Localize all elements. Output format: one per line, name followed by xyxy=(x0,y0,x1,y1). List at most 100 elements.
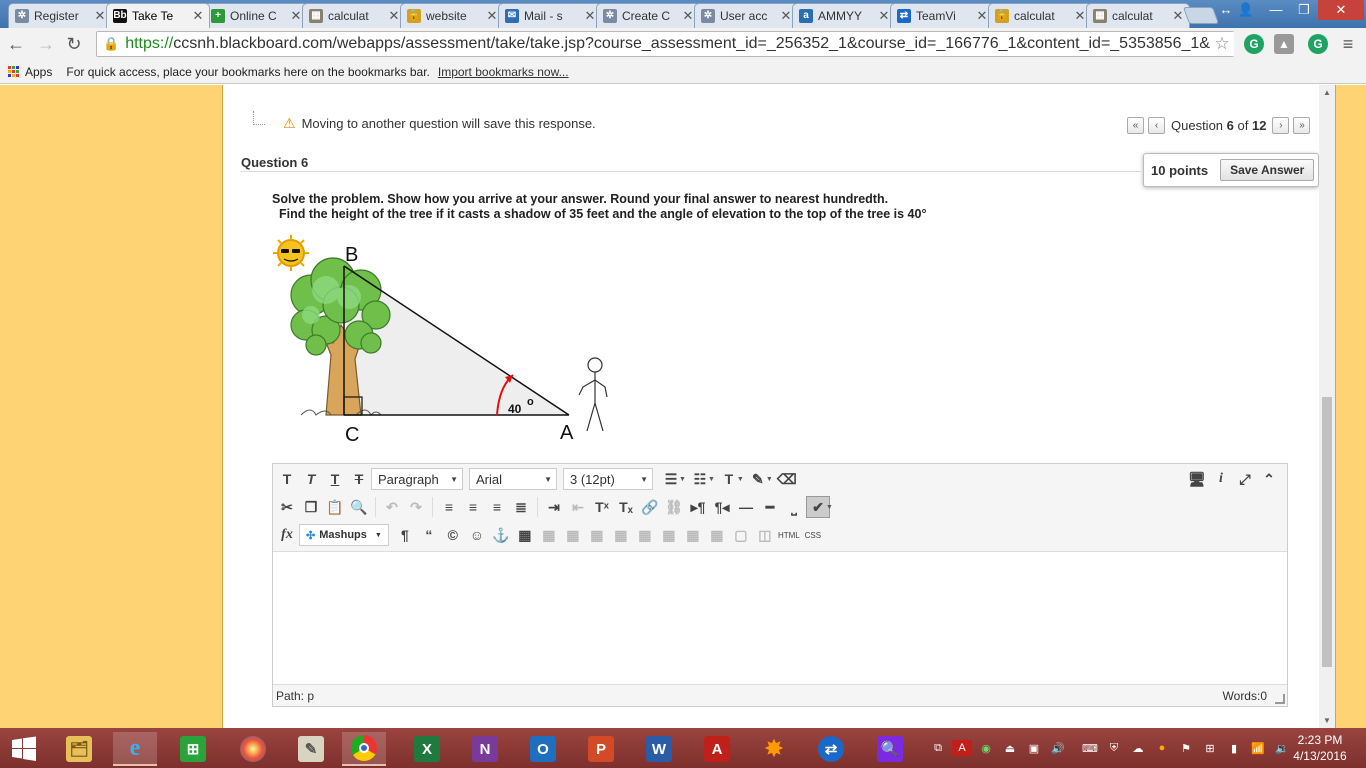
vlc-icon[interactable]: ✸ xyxy=(752,732,796,766)
answer-text-area[interactable] xyxy=(273,553,1287,685)
superscript-icon[interactable]: Tˣ xyxy=(590,496,614,518)
table-row-after-icon[interactable]: ▦ xyxy=(561,524,585,546)
cloud-tray-icon[interactable]: ☁ xyxy=(1128,740,1148,756)
preview-icon[interactable]: 🖥 xyxy=(1185,468,1209,490)
outdent-icon[interactable]: ⇤ xyxy=(566,496,590,518)
scroll-up-icon[interactable]: ▲ xyxy=(1319,88,1335,97)
justify-icon[interactable]: ≣ xyxy=(509,496,533,518)
apps-link[interactable]: Apps xyxy=(25,65,52,79)
outlook-icon[interactable]: O xyxy=(521,732,565,766)
close-tab-icon[interactable]: ✕ xyxy=(93,8,107,24)
table-row-props-icon[interactable]: ◫ xyxy=(753,524,777,546)
file-explorer-icon[interactable]: 🗂 xyxy=(57,732,101,766)
bold-text-button[interactable]: T xyxy=(275,468,299,490)
table-delete-row-icon[interactable]: ▦ xyxy=(585,524,609,546)
start-button[interactable] xyxy=(2,732,46,766)
wifi-tray-icon[interactable]: ▮ xyxy=(1224,740,1244,756)
paste-icon[interactable]: 📋 xyxy=(323,496,347,518)
browser-tab[interactable]: Bb Take Te ✕ xyxy=(106,3,210,28)
table-icon[interactable]: ▦ xyxy=(513,524,537,546)
math-formula-icon[interactable]: fx xyxy=(275,524,299,546)
browser-tab[interactable]: ✲ Register ✕ xyxy=(8,3,112,28)
scroll-down-icon[interactable]: ▼ xyxy=(1319,716,1335,725)
scroll-thumb[interactable] xyxy=(1322,397,1332,667)
table-split-icon[interactable]: ▦ xyxy=(681,524,705,546)
back-button[interactable]: ← xyxy=(4,32,28,56)
reload-button[interactable]: ↻ xyxy=(62,32,86,56)
nonbreaking-space-icon[interactable]: ⎵ xyxy=(782,496,806,518)
windows-tray-icon[interactable]: ⊞ xyxy=(1200,740,1220,756)
subscript-icon[interactable]: Tₓ xyxy=(614,496,638,518)
import-bookmarks-link[interactable]: Import bookmarks now... xyxy=(438,65,569,79)
taskbar-clock[interactable]: 2:23 PM 4/13/2016 xyxy=(1290,732,1350,764)
close-tab-icon[interactable]: ✕ xyxy=(485,8,499,24)
photo-app-icon[interactable] xyxy=(231,732,275,766)
collapse-toolbar-icon[interactable]: ⌃ xyxy=(1257,468,1281,490)
close-tab-icon[interactable]: ✕ xyxy=(387,8,401,24)
table-col-before-icon[interactable]: ▦ xyxy=(609,524,633,546)
browser-tab[interactable]: ✉ Mail - s ✕ xyxy=(498,3,602,28)
link-icon[interactable]: 🔗 xyxy=(638,496,662,518)
minimize-button[interactable]: — xyxy=(1262,0,1290,20)
close-window-button[interactable]: ✕ xyxy=(1318,0,1364,20)
acrobat-tray-icon[interactable]: A xyxy=(952,740,972,756)
word-icon[interactable]: W xyxy=(637,732,681,766)
apps-icon[interactable] xyxy=(8,66,19,77)
volume-tray-icon[interactable]: 🔊 xyxy=(1048,740,1068,756)
browser-tab[interactable]: 🔒 website ✕ xyxy=(400,3,504,28)
table-col-after-icon[interactable]: ▦ xyxy=(633,524,657,546)
keyboard-tray-icon[interactable]: ⌨ xyxy=(1080,740,1100,756)
orange-tray-icon[interactable]: ● xyxy=(1152,740,1172,756)
page-scrollbar[interactable]: ▲ ▼ xyxy=(1319,85,1335,728)
paragraph-format-select[interactable]: Paragraph ▼ xyxy=(371,468,463,490)
emoticon-icon[interactable]: ☺ xyxy=(465,524,489,546)
browser-tab[interactable]: + Online C ✕ xyxy=(204,3,308,28)
align-right-icon[interactable]: ≡ xyxy=(485,496,509,518)
info-icon[interactable]: i xyxy=(1209,468,1233,490)
notepad-icon[interactable]: ✎ xyxy=(289,732,333,766)
new-tab-button[interactable] xyxy=(1182,7,1220,24)
close-tab-icon[interactable]: ✕ xyxy=(877,8,891,24)
undo-icon[interactable]: ↶ xyxy=(380,496,404,518)
address-bar[interactable]: 🔒 https://ccsnh.blackboard.com/webapps/a… xyxy=(96,31,1234,57)
menu-icon[interactable]: ≡ xyxy=(1336,32,1360,56)
blockquote-icon[interactable]: “ xyxy=(417,524,441,546)
chrome-icon[interactable] xyxy=(342,732,386,766)
display-tray-icon[interactable]: ▣ xyxy=(1024,740,1044,756)
font-size-select[interactable]: 3 (12pt) ▼ xyxy=(563,468,653,490)
network-tray-icon[interactable]: ⧉ xyxy=(928,740,948,756)
close-tab-icon[interactable]: ✕ xyxy=(1073,8,1087,24)
italic-text-button[interactable]: T xyxy=(299,468,323,490)
fullscreen-icon[interactable]: ⤢ xyxy=(1233,468,1257,490)
grammarly-extension-icon-2[interactable]: G xyxy=(1308,34,1328,54)
powerpoint-icon[interactable]: P xyxy=(579,732,623,766)
paragraph-mark-icon[interactable]: ¶ xyxy=(393,524,417,546)
close-tab-icon[interactable]: ✕ xyxy=(975,8,989,24)
close-tab-icon[interactable]: ✕ xyxy=(289,8,303,24)
copy-icon[interactable]: ❐ xyxy=(299,496,323,518)
anchor-icon[interactable]: ⚓ xyxy=(489,524,513,546)
teamviewer-icon[interactable]: ⇄ xyxy=(809,732,853,766)
browser-tab[interactable]: 🔒 calculat ✕ xyxy=(988,3,1092,28)
user-icon[interactable]: 👤 xyxy=(1236,0,1256,20)
redo-icon[interactable]: ↷ xyxy=(404,496,428,518)
table-row-before-icon[interactable]: ▦ xyxy=(537,524,561,546)
first-question-button[interactable]: « xyxy=(1127,117,1144,134)
align-center-icon[interactable]: ≡ xyxy=(461,496,485,518)
onenote-icon[interactable]: N xyxy=(463,732,507,766)
speaker-tray-icon[interactable]: 🔉 xyxy=(1272,740,1292,756)
indent-icon[interactable]: ⇥ xyxy=(542,496,566,518)
next-question-button[interactable]: › xyxy=(1272,117,1290,134)
strikethrough-text-button[interactable]: T xyxy=(347,468,371,490)
close-tab-icon[interactable]: ✕ xyxy=(681,8,695,24)
browser-tab[interactable]: ✲ Create C ✕ xyxy=(596,3,700,28)
shield-tray-icon[interactable]: ⛨ xyxy=(1104,740,1124,756)
mashups-menu[interactable]: ✣ Mashups ▼ xyxy=(299,524,389,546)
browser-tab[interactable]: ▦ calculat ✕ xyxy=(302,3,406,28)
find-icon[interactable]: 🔍 xyxy=(347,496,371,518)
close-tab-icon[interactable]: ✕ xyxy=(1171,8,1185,24)
copyright-icon[interactable]: © xyxy=(441,524,465,546)
internet-explorer-icon[interactable]: e xyxy=(113,732,157,766)
cut-icon[interactable]: ✂ xyxy=(275,496,299,518)
close-tab-icon[interactable]: ✕ xyxy=(191,8,205,24)
